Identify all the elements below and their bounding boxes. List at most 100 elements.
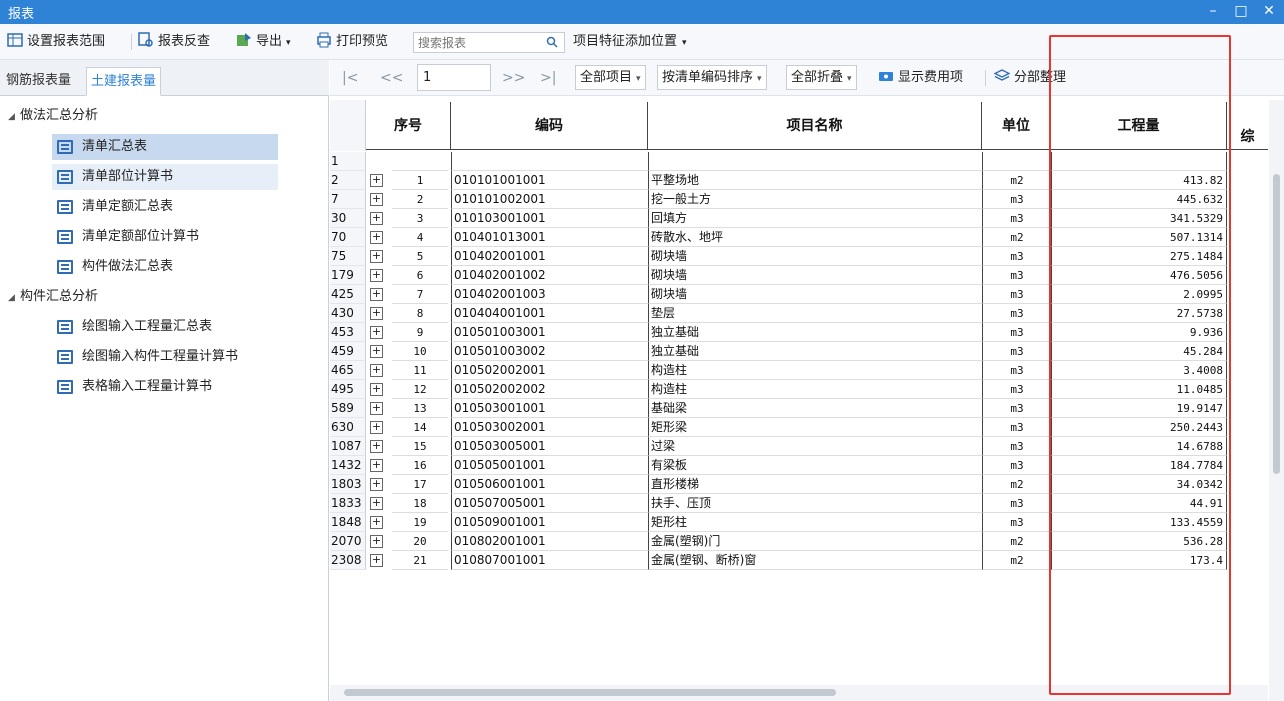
tree-group-component-summary[interactable]: ◢ 构件汇总分析 bbox=[8, 286, 98, 308]
cell-qty: 19.9147 bbox=[1051, 399, 1227, 418]
tree-item-bill-quota-position-calc[interactable]: 清单定额部位计算书 bbox=[52, 224, 278, 250]
cell-unit: m3 bbox=[982, 456, 1051, 475]
expand-plus-icon[interactable]: + bbox=[370, 383, 383, 396]
expand-plus-icon[interactable]: + bbox=[370, 516, 383, 529]
reverse-check-button[interactable]: 报表反查 bbox=[138, 32, 210, 52]
expand-plus-icon[interactable]: + bbox=[370, 231, 383, 244]
row-number: 425 bbox=[330, 285, 366, 304]
table-row[interactable]: 495 +12 010502002002 构造柱 m3 11.0485 bbox=[330, 380, 1268, 399]
cell-code: 010503005001 bbox=[451, 437, 648, 456]
expand-plus-icon[interactable]: + bbox=[370, 326, 383, 339]
tree-item-bill-position-calc[interactable]: 清单部位计算书 bbox=[52, 164, 278, 190]
expand-plus-icon[interactable]: + bbox=[370, 440, 383, 453]
cell-qty: 341.5329 bbox=[1051, 209, 1227, 228]
table-row[interactable]: 453 +9 010501003001 独立基础 m3 9.936 bbox=[330, 323, 1268, 342]
expand-plus-icon[interactable]: + bbox=[370, 364, 383, 377]
cell-seq: 4 bbox=[392, 228, 448, 247]
table-row[interactable]: 75 +5 010402001001 砌块墙 m3 275.1484 bbox=[330, 247, 1268, 266]
cell-name: 矩形柱 bbox=[648, 513, 982, 532]
show-cost-button[interactable]: 显示费用项 bbox=[878, 68, 963, 88]
search-input[interactable] bbox=[414, 33, 534, 52]
prev-page-button[interactable]: << bbox=[380, 68, 403, 88]
tree-group-method-summary[interactable]: ◢ 做法汇总分析 bbox=[8, 105, 98, 127]
table-row[interactable]: 7 +2 010101002001 挖一般土方 m3 445.632 bbox=[330, 190, 1268, 209]
row-number: 2 bbox=[330, 171, 366, 190]
first-page-button[interactable]: |< bbox=[342, 68, 358, 88]
cell-seq: 11 bbox=[392, 361, 448, 380]
tab-civil-report[interactable]: 土建报表量 bbox=[86, 67, 162, 96]
expand-plus-icon[interactable]: + bbox=[370, 421, 383, 434]
tree-item-bill-quota-summary[interactable]: 清单定额汇总表 bbox=[52, 194, 278, 220]
cell-code: 010501003002 bbox=[451, 342, 648, 361]
last-page-button[interactable]: >| bbox=[540, 68, 556, 88]
print-preview-button[interactable]: 打印预览 bbox=[316, 32, 388, 52]
cell-seq: 19 bbox=[392, 513, 448, 532]
cell-unit bbox=[982, 152, 1051, 171]
cell-code: 010402001002 bbox=[451, 266, 648, 285]
close-button[interactable]: ✕ bbox=[1254, 0, 1284, 24]
tree-item-drawing-component-calc[interactable]: 绘图输入构件工程量计算书 bbox=[52, 344, 278, 370]
table-row[interactable]: 1 bbox=[330, 152, 1268, 171]
tree-item-table-qty-calc[interactable]: 表格输入工程量计算书 bbox=[52, 374, 278, 400]
expand-plus-icon[interactable]: + bbox=[370, 554, 383, 567]
horizontal-scrollbar[interactable] bbox=[330, 685, 1268, 701]
expand-plus-icon[interactable]: + bbox=[370, 193, 383, 206]
horizontal-scroll-thumb[interactable] bbox=[344, 689, 836, 696]
table-row[interactable]: 2308 +21 010807001001 金属(塑钢、断桥)窗 m2 173.4 bbox=[330, 551, 1268, 570]
expand-plus-icon[interactable]: + bbox=[370, 345, 383, 358]
next-page-button[interactable]: >> bbox=[502, 68, 525, 88]
fold-dropdown[interactable]: 全部折叠 ▾ bbox=[786, 65, 857, 90]
table-row[interactable]: 465 +11 010502002001 构造柱 m3 3.4008 bbox=[330, 361, 1268, 380]
cell-seq: 10 bbox=[392, 342, 448, 361]
expand-plus-icon[interactable]: + bbox=[370, 478, 383, 491]
expand-plus-icon[interactable]: + bbox=[370, 497, 383, 510]
table-row[interactable]: 589 +13 010503001001 基础梁 m3 19.9147 bbox=[330, 399, 1268, 418]
table-row[interactable]: 70 +4 010401013001 砖散水、地坪 m2 507.1314 bbox=[330, 228, 1268, 247]
tab-rebar-report[interactable]: 钢筋报表量 bbox=[2, 67, 75, 96]
table-row[interactable]: 630 +14 010503002001 矩形梁 m3 250.2443 bbox=[330, 418, 1268, 437]
table-row[interactable]: 1848 +19 010509001001 矩形柱 m3 133.4559 bbox=[330, 513, 1268, 532]
title-bar: 报表 – □ ✕ bbox=[0, 0, 1284, 24]
tree-item-component-method-summary[interactable]: 构件做法汇总表 bbox=[52, 254, 278, 280]
table-row[interactable]: 459 +10 010501003002 独立基础 m3 45.284 bbox=[330, 342, 1268, 361]
expand-plus-icon[interactable]: + bbox=[370, 535, 383, 548]
table-row[interactable]: 1087 +15 010503005001 过梁 m3 14.6788 bbox=[330, 437, 1268, 456]
export-button[interactable]: 导出 ▾ bbox=[236, 32, 291, 52]
table-row[interactable]: 1803 +17 010506001001 直形楼梯 m2 34.0342 bbox=[330, 475, 1268, 494]
report-tabs: 钢筋报表量 土建报表量 bbox=[0, 60, 329, 96]
feature-position-dropdown[interactable]: 项目特征添加位置 ▾ bbox=[573, 32, 687, 52]
expand-plus-icon[interactable]: + bbox=[370, 250, 383, 263]
tree-item-drawing-qty-summary[interactable]: 绘图输入工程量汇总表 bbox=[52, 314, 278, 340]
organize-section-button[interactable]: 分部整理 bbox=[994, 68, 1066, 88]
vertical-scrollbar[interactable] bbox=[1269, 100, 1284, 701]
expand-plus-icon[interactable]: + bbox=[370, 288, 383, 301]
page-number-input[interactable] bbox=[418, 65, 488, 90]
all-items-dropdown[interactable]: 全部项目 ▾ bbox=[575, 65, 646, 90]
expand-plus-icon[interactable]: + bbox=[370, 269, 383, 282]
tree-item-bill-summary[interactable]: 清单汇总表 bbox=[52, 134, 278, 160]
set-report-range-button[interactable]: 设置报表范围 bbox=[7, 32, 105, 52]
column-header-seq: 序号 bbox=[366, 102, 451, 150]
table-row[interactable]: 2070 +20 010802001001 金属(塑钢)门 m2 536.28 bbox=[330, 532, 1268, 551]
table-row[interactable]: 425 +7 010402001003 砌块墙 m3 2.0995 bbox=[330, 285, 1268, 304]
table-row[interactable]: 430 +8 010404001001 垫层 m3 27.5738 bbox=[330, 304, 1268, 323]
vertical-scroll-thumb[interactable] bbox=[1273, 174, 1280, 474]
minimize-button[interactable]: – bbox=[1198, 0, 1228, 24]
cell-unit: m3 bbox=[982, 285, 1051, 304]
expand-plus-icon[interactable]: + bbox=[370, 174, 383, 187]
row-number: 1432 bbox=[330, 456, 366, 475]
expand-plus-icon[interactable]: + bbox=[370, 307, 383, 320]
maximize-button[interactable]: □ bbox=[1226, 0, 1256, 24]
cell-name: 回填方 bbox=[648, 209, 982, 228]
sort-dropdown[interactable]: 按清单编码排序 ▾ bbox=[657, 65, 767, 90]
table-row[interactable]: 1833 +18 010507005001 扶手、压顶 m3 44.91 bbox=[330, 494, 1268, 513]
table-row[interactable]: 2 +1 010101001001 平整场地 m2 413.82 bbox=[330, 171, 1268, 190]
cell-name: 垫层 bbox=[648, 304, 982, 323]
expand-plus-icon[interactable]: + bbox=[370, 212, 383, 225]
search-icon[interactable] bbox=[546, 36, 558, 48]
table-row[interactable]: 30 +3 010103001001 回填方 m3 341.5329 bbox=[330, 209, 1268, 228]
expand-plus-icon[interactable]: + bbox=[370, 402, 383, 415]
expand-plus-icon[interactable]: + bbox=[370, 459, 383, 472]
table-row[interactable]: 1432 +16 010505001001 有梁板 m3 184.7784 bbox=[330, 456, 1268, 475]
table-row[interactable]: 179 +6 010402001002 砌块墙 m3 476.5056 bbox=[330, 266, 1268, 285]
